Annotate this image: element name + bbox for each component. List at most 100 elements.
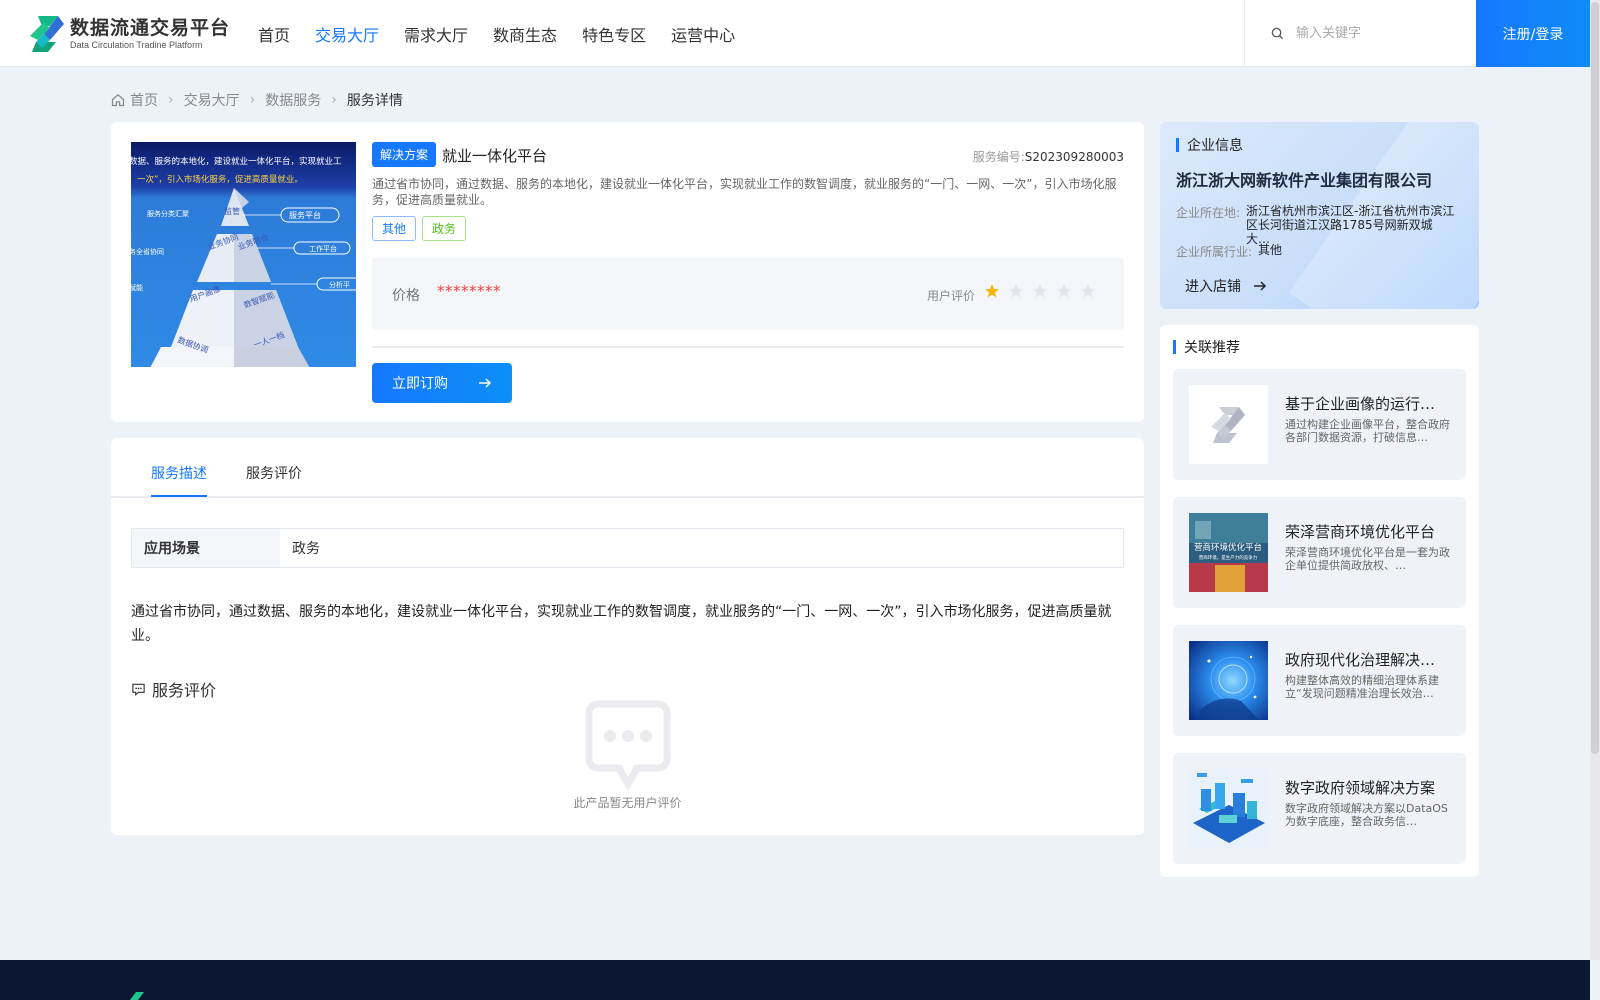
industry-label: 企业所属行业: [1176, 245, 1253, 259]
rating-stars [984, 283, 1104, 299]
image-side-label-4: 分析平 [329, 280, 350, 289]
arrow-right-icon [479, 378, 492, 388]
thumb-title-text: 营商环境优化平台 [1194, 542, 1262, 553]
logo[interactable]: 数据流通交易平台 Data Circulation Tradine Platfo… [28, 14, 230, 54]
breadcrumb-home-label: 首页 [130, 93, 158, 109]
search-icon[interactable] [1271, 27, 1284, 40]
comment-icon [132, 683, 145, 696]
related-item-desc: 通过构建企业画像平台，整合政府各部门数据资源，打破信息… [1285, 418, 1450, 444]
related-recommendations: 关联推荐 基于企业画像的运行… 通过构建企业画像平台，整合政府各部门数据资源，打… [1160, 325, 1479, 877]
industry-value: 其他 [1258, 243, 1283, 257]
divider [372, 346, 1124, 348]
related-item-desc: 数字政府领域解决方案以DataOS为数字底座，整合政务信… [1285, 802, 1448, 828]
price-value: ******** [437, 282, 501, 300]
product-title: 就业一体化平台 [442, 147, 548, 165]
thumb-sub-text: 营商环境，是生产力的竞争力 [1199, 554, 1258, 561]
service-number: 服务编号:S202309280003 [973, 148, 1124, 165]
top-header: 数据流通交易平台 Data Circulation Tradine Platfo… [0, 0, 1590, 67]
buy-now-label: 立即订购 [392, 376, 448, 392]
logo-icon [30, 16, 64, 52]
price-box: 价格 ******** 用户评价 [372, 258, 1124, 330]
nav-operations[interactable]: 运营中心 [671, 22, 735, 46]
nav-ecosystem[interactable]: 数商生态 [493, 22, 557, 46]
related-item[interactable]: 基于企业画像的运行… 通过构建企业画像平台，整合政府各部门数据资源，打破信息… [1173, 369, 1466, 480]
image-side-label-6: 赋能 [131, 283, 143, 292]
location-label: 企业所在地: [1176, 206, 1241, 220]
search-box [1244, 0, 1476, 67]
star-icon[interactable] [1032, 283, 1048, 299]
logo-subtitle: Data Circulation Tradine Platform [70, 40, 203, 50]
image-side-label-1: 服务分类汇聚 [147, 209, 189, 218]
company-info-card: 企业信息 浙江浙大网新软件产业集团有限公司 企业所在地: 浙江省杭州市滨江区-浙… [1160, 122, 1479, 309]
related-item-title: 荣泽营商环境优化平台 [1285, 523, 1436, 541]
chevron-right-icon: › [249, 92, 256, 108]
scrollbar-thumb[interactable] [1591, 2, 1599, 754]
product-image: 数据、服务的本地化，建设就业一体化平台，实现就业工 一次”，引入市场化服务，促进… [131, 142, 356, 367]
related-item-title: 基于企业画像的运行… [1285, 395, 1436, 413]
nav-trading-hall[interactable]: 交易大厅 [315, 22, 379, 46]
search-input[interactable] [1296, 26, 1476, 41]
application-scene-table: 应用场景 政务 [131, 528, 1124, 568]
related-item-title: 数字政府领域解决方案 [1285, 779, 1436, 797]
tab-service-description[interactable]: 服务描述 [151, 463, 207, 483]
logo-title: 数据流通交易平台 [70, 17, 231, 39]
buy-now-button[interactable]: 立即订购 [372, 363, 512, 403]
footer-logo-icon [130, 992, 144, 1000]
related-item-desc: 构建整体高效的精细治理体系建立“发现问题精准治理长效治… [1285, 674, 1439, 700]
breadcrumb-data-service[interactable]: 数据服务 [265, 90, 321, 110]
tab-service-review[interactable]: 服务评价 [246, 463, 302, 483]
home-icon [111, 94, 125, 107]
enter-shop-label: 进入店铺 [1185, 279, 1241, 295]
image-layer-1: 监管 [224, 206, 240, 216]
related-item[interactable]: 政府现代化治理解决… 构建整体高效的精细治理体系建立“发现问题精准治理长效治… [1173, 625, 1466, 736]
main-nav: 首页 交易大厅 需求大厅 数商生态 特色专区 运营中心 [258, 0, 760, 67]
service-description-text: 通过省市协同，通过数据、服务的本地化，建设就业一体化平台，实现就业工作的数智调度… [131, 604, 1112, 644]
product-card: 数据、服务的本地化，建设就业一体化平台，实现就业工 一次”，引入市场化服务，促进… [111, 122, 1144, 422]
star-icon[interactable] [984, 283, 1000, 299]
nav-special-zone[interactable]: 特色专区 [582, 22, 646, 46]
company-section-title: 企业信息 [1176, 135, 1243, 155]
chevron-right-icon: › [331, 92, 337, 108]
nav-demand-hall[interactable]: 需求大厅 [404, 22, 468, 46]
empty-comment-icon [585, 700, 671, 790]
product-description: 通过省市协同，通过数据、服务的本地化，建设就业一体化平台，实现就业工作的数智调度… [372, 177, 1117, 207]
scene-value: 政务 [292, 541, 320, 557]
rating-label: 用户评价 [927, 289, 976, 303]
tag-other[interactable]: 其他 [372, 216, 417, 241]
login-register-button[interactable]: 注册/登录 [1476, 0, 1590, 67]
company-industry: 企业所属行业: 其他 [1176, 243, 1468, 260]
star-icon[interactable] [1008, 283, 1024, 299]
company-name: 浙江浙大网新软件产业集团有限公司 [1176, 171, 1433, 190]
chevron-right-icon: › [168, 92, 174, 108]
solution-badge: 解决方案 [372, 142, 437, 167]
service-number-label: 服务编号: [972, 150, 1025, 164]
related-item[interactable]: 数字政府领域解决方案 数字政府领域解决方案以DataOS为数字底座，整合政务信… [1173, 753, 1466, 864]
image-side-label-3: 工作平台 [309, 244, 337, 253]
location-value: 浙江省杭州市滨江区-浙江省杭州市滨江区长河街道江汉路1785号网新双城大… [1246, 204, 1455, 246]
related-item[interactable]: 营商环境优化平台 营商环境，是生产力的竞争力 荣泽营商环境优化平台 荣泽营商环境… [1173, 497, 1466, 608]
breadcrumb: 首页 › 交易大厅 › 数据服务 › 服务详情 [111, 90, 403, 110]
active-tab-indicator [151, 495, 207, 497]
breadcrumb-current: 服务详情 [346, 93, 403, 109]
enter-shop-link[interactable]: 进入店铺 [1185, 276, 1267, 296]
image-side-label-2: 服务平台 [289, 210, 321, 220]
company-location: 企业所在地: 浙江省杭州市滨江区-浙江省杭州市滨江区长河街道江汉路1785号网新… [1176, 204, 1456, 246]
footer [0, 960, 1590, 1000]
arrow-right-icon [1254, 281, 1267, 291]
detail-card: 服务描述 服务评价 应用场景 政务 通过省市协同，通过数据、服务的本地化，建设就… [111, 438, 1144, 835]
image-top-line-1: 数据、服务的本地化，建设就业一体化平台，实现就业工 [131, 156, 342, 167]
image-side-label-5: 务全省协同 [131, 247, 164, 256]
related-item-desc: 荣泽营商环境优化平台是一套为政企单位提供简政放权、… [1285, 546, 1450, 572]
star-icon[interactable] [1080, 283, 1096, 299]
review-section-header: 服务评价 [131, 677, 216, 701]
related-thumb-image: 营商环境优化平台 营商环境，是生产力的竞争力 [1189, 513, 1268, 592]
detail-tabs: 服务描述 服务评价 [111, 438, 1144, 498]
breadcrumb-home[interactable]: 首页 [111, 90, 158, 110]
star-icon[interactable] [1056, 283, 1072, 299]
price-label: 价格 [392, 288, 420, 304]
tag-government[interactable]: 政务 [422, 216, 467, 241]
no-review-text: 此产品暂无用户评价 [573, 796, 682, 810]
image-top-line-2: 一次”，引入市场化服务，促进高质量就业。 [137, 174, 303, 185]
nav-home[interactable]: 首页 [258, 22, 290, 46]
breadcrumb-trading-hall[interactable]: 交易大厅 [184, 90, 240, 110]
